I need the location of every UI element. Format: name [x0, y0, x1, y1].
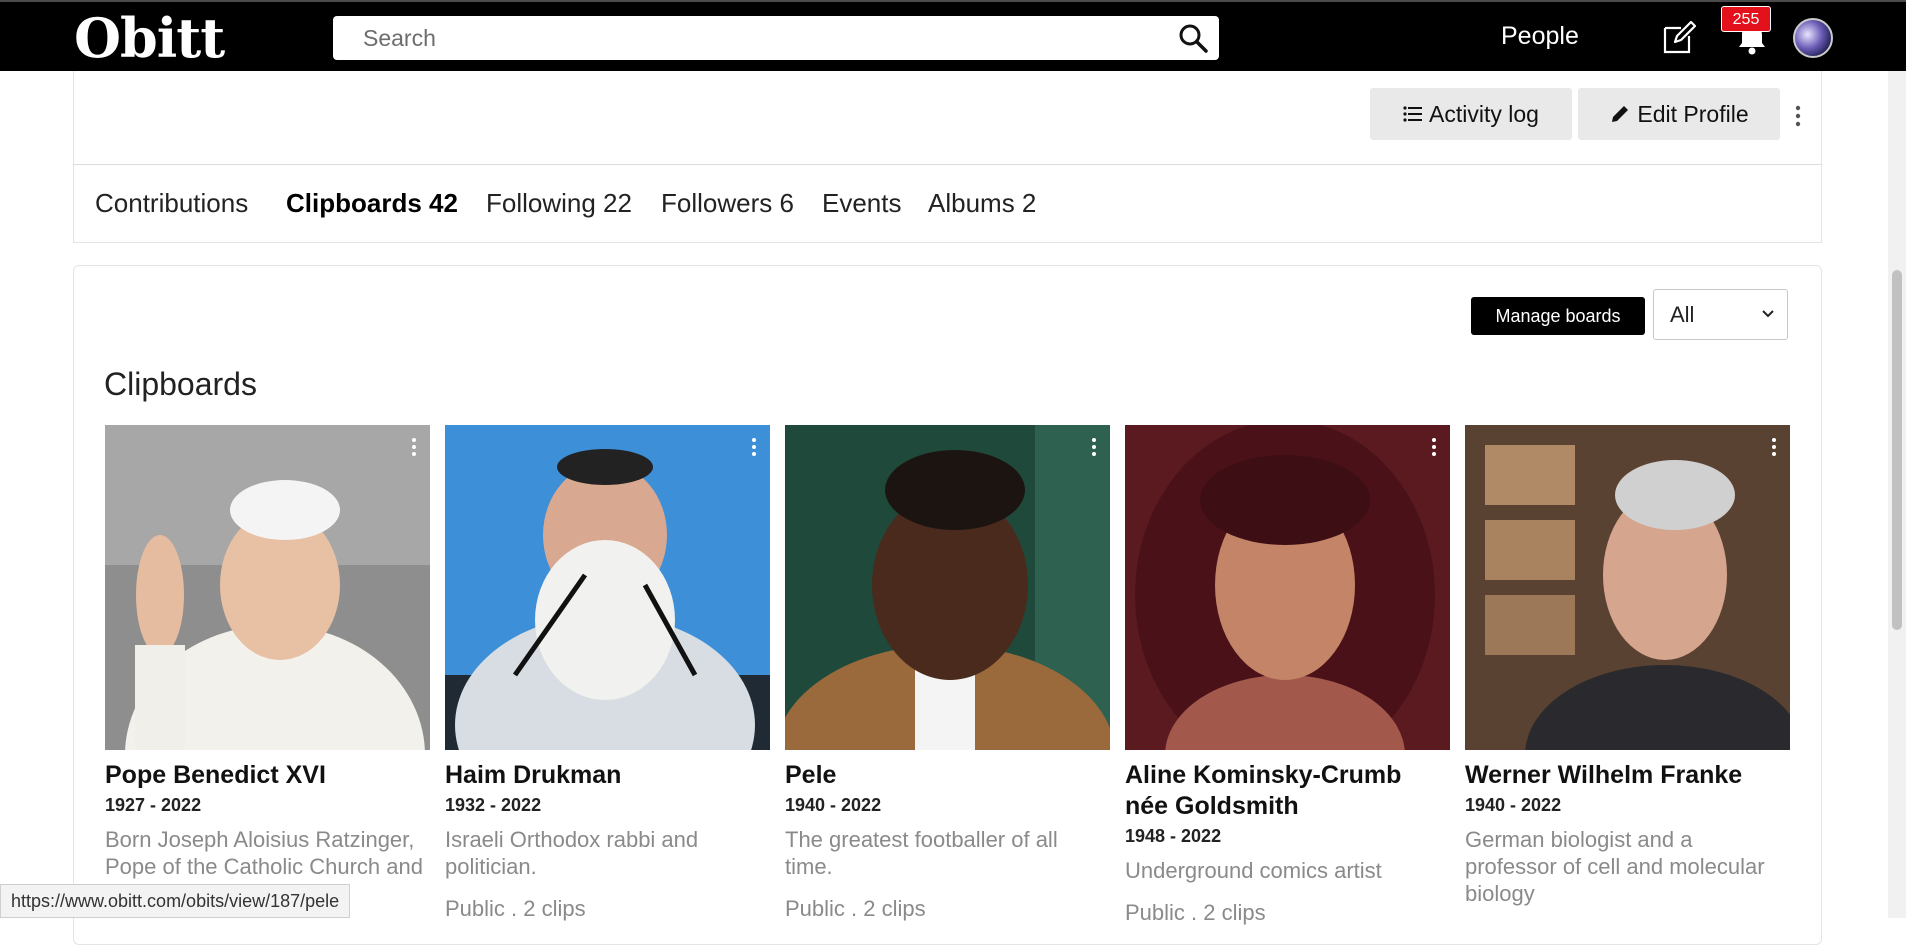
board-photo[interactable] — [105, 425, 430, 750]
board-menu-icon[interactable] — [410, 437, 418, 457]
board-years: 1940 - 2022 — [785, 795, 882, 815]
user-avatar[interactable] — [1793, 18, 1833, 58]
link-status-bar: https://www.obitt.com/obits/view/187/pel… — [0, 884, 351, 918]
board-card[interactable]: Pope Benedict XVI 1927 - 2022 Born Josep… — [105, 425, 430, 907]
manage-boards-button[interactable]: Manage boards — [1471, 297, 1645, 335]
people-link[interactable]: People — [1501, 22, 1579, 51]
board-visibility: Public . 2 clips — [445, 896, 586, 921]
board-card[interactable]: Werner Wilhelm Franke 1940 - 2022 German… — [1465, 425, 1790, 907]
edit-icon[interactable] — [1661, 20, 1697, 56]
board-filter-select[interactable]: All — [1653, 289, 1788, 340]
portrait-image — [1465, 425, 1790, 750]
tab-contributions[interactable]: Contributions — [95, 188, 248, 219]
tab-albums[interactable]: Albums 2 — [928, 188, 1036, 219]
board-name[interactable]: Haim Drukman — [445, 760, 770, 791]
board-years: 1948 - 2022 — [1125, 826, 1222, 846]
tab-following[interactable]: Following 22 — [486, 188, 632, 219]
board-description: The greatest footballer of all time. — [785, 827, 1058, 879]
board-filter-value: All — [1670, 302, 1695, 327]
board-name[interactable]: Aline Kominsky-Crumb née Goldsmith — [1125, 760, 1450, 822]
board-card[interactable]: Pele 1940 - 2022 The greatest footballer… — [785, 425, 1110, 922]
edit-profile-label: Edit Profile — [1637, 100, 1749, 127]
more-options-icon[interactable] — [1793, 104, 1803, 128]
activity-log-button[interactable]: Activity log — [1370, 88, 1572, 140]
board-card[interactable]: Aline Kominsky-Crumb née Goldsmith 1948 … — [1125, 425, 1450, 926]
board-years: 1927 - 2022 — [105, 795, 202, 815]
portrait-image — [1125, 425, 1450, 750]
top-navbar: Obitt People 255 — [0, 0, 1906, 71]
notification-count-badge: 255 — [1721, 6, 1771, 32]
board-visibility: Public . 2 clips — [785, 896, 926, 921]
tab-followers[interactable]: Followers 6 — [661, 188, 794, 219]
list-icon — [1403, 106, 1423, 122]
board-years: 1932 - 2022 — [445, 795, 542, 815]
board-name[interactable]: Werner Wilhelm Franke — [1465, 760, 1790, 791]
board-menu-icon[interactable] — [1090, 437, 1098, 457]
board-name[interactable]: Pope Benedict XVI — [105, 760, 430, 791]
board-description: German biologist and a professor of cell… — [1465, 827, 1765, 906]
board-years: 1940 - 2022 — [1465, 795, 1562, 815]
chevron-down-icon — [1762, 310, 1774, 318]
board-name[interactable]: Pele — [785, 760, 1110, 791]
search-box — [333, 16, 1219, 60]
portrait-image — [105, 425, 430, 750]
edit-profile-button[interactable]: Edit Profile — [1578, 88, 1780, 140]
board-card[interactable]: Haim Drukman 1932 - 2022 Israeli Orthodo… — [445, 425, 770, 922]
search-icon[interactable] — [1177, 22, 1209, 54]
obitt-logo[interactable]: Obitt — [74, 6, 225, 70]
portrait-image — [445, 425, 770, 750]
board-menu-icon[interactable] — [1430, 437, 1438, 457]
board-description: Underground comics artist — [1125, 858, 1382, 883]
board-description: Israeli Orthodox rabbi and politician. — [445, 827, 699, 879]
section-title: Clipboards — [104, 366, 257, 402]
board-photo[interactable] — [1125, 425, 1450, 750]
activity-log-label: Activity log — [1429, 100, 1539, 127]
board-menu-icon[interactable] — [1770, 437, 1778, 457]
tab-events[interactable]: Events — [822, 188, 902, 219]
scrollbar-thumb[interactable] — [1892, 270, 1902, 630]
board-photo[interactable] — [445, 425, 770, 750]
board-photo[interactable] — [785, 425, 1110, 750]
pencil-icon — [1612, 106, 1629, 122]
board-visibility: Public . 2 clips — [1125, 900, 1266, 925]
tab-clipboards[interactable]: Clipboards 42 — [286, 188, 458, 219]
board-photo[interactable] — [1465, 425, 1790, 750]
board-menu-icon[interactable] — [750, 437, 758, 457]
portrait-image — [785, 425, 1110, 750]
search-input[interactable] — [333, 16, 1153, 60]
